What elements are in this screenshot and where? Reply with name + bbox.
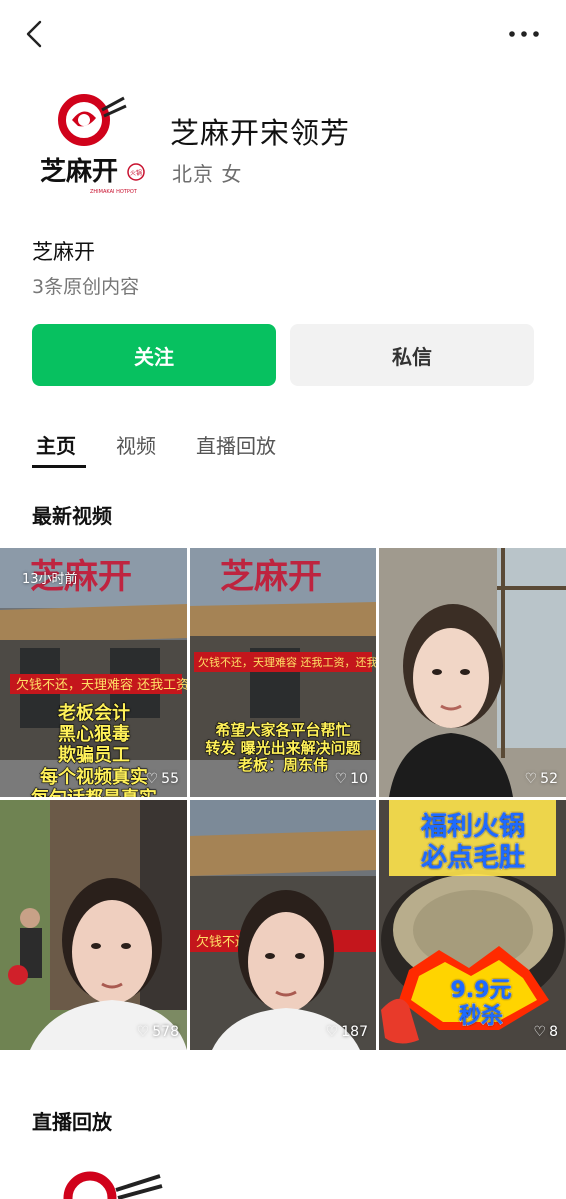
video-banner: 欠钱不还，天理难容 还我工资，还我血汗钱 (198, 655, 376, 669)
heart-icon: ♡ (136, 1024, 150, 1040)
tab-videos[interactable]: 视频 (116, 430, 156, 459)
video-caption-line: 欺骗员工 (58, 745, 131, 767)
video-caption-line: 希望大家各平台帮忙 (215, 721, 351, 739)
brand-logo-icon (63, 1171, 163, 1199)
video-likes: ♡ 8 (533, 1024, 558, 1040)
video-likes: ♡ 55 (145, 771, 179, 787)
heart-icon: ♡ (334, 771, 348, 787)
video-likes: ♡ 187 (325, 1024, 368, 1040)
heart-icon: ♡ (325, 1024, 339, 1040)
video-tile[interactable]: 欠钱不还 ♡ 187 (190, 800, 376, 1050)
video-tile[interactable]: 芝麻开 欠钱不还，天理难容 还我工资，还我血汗钱 希望大家各平台帮忙 转发 曝光… (190, 548, 376, 797)
profile-location-gender: 北京 女 (172, 162, 243, 186)
video-thumbnail (379, 548, 566, 797)
video-tile[interactable]: 芝麻开 欠钱不还，天理难容 还我工资 13小时前 老板会计 黑心狠毒 欺骗员工 … (0, 548, 187, 797)
top-bar (0, 0, 566, 70)
heart-icon: ♡ (524, 771, 538, 787)
live-replay-title: 直播回放 (32, 1110, 112, 1134)
svg-text:芝麻开: 芝麻开 (220, 557, 322, 597)
price-caption-line: 9.9元 (450, 978, 512, 1004)
video-tile[interactable]: 福利火锅 必点毛肚 9.9元 秒杀 ♡ 8 (379, 800, 566, 1050)
avatar-logo-badge: 火锅 (130, 169, 142, 177)
back-button[interactable] (16, 16, 52, 52)
video-timestamp: 13小时前 (22, 572, 78, 587)
video-caption-line: 转发 曝光出来解决问题 (205, 738, 361, 757)
video-caption-line: 黑心狠毒 (58, 724, 131, 746)
active-tab-indicator (32, 465, 86, 468)
brand-logo-icon: 芝麻开 ZHIMAKAI HOTPOT 火锅 (32, 84, 152, 204)
video-tile[interactable]: ♡ 52 (379, 548, 566, 797)
original-content-count[interactable]: 3条原创内容 (32, 272, 139, 299)
video-likes: ♡ 52 (524, 771, 558, 787)
video-likes: ♡ 578 (136, 1024, 179, 1040)
follow-button[interactable]: 关注 (32, 324, 276, 386)
promo-caption-line: 必点毛肚 (420, 842, 525, 873)
promo-caption-line: 福利火锅 (420, 812, 525, 843)
chevron-left-icon (26, 20, 42, 48)
price-caption-line: 秒杀 (458, 1003, 503, 1029)
profile-header: 芝麻开 ZHIMAKAI HOTPOT 火锅 芝麻开宋领芳 北京 女 (32, 84, 542, 214)
video-banner: 欠钱不还，天理难容 还我工资 (16, 677, 187, 693)
heart-icon: ♡ (533, 1024, 547, 1040)
avatar-logo-text: 芝麻开 (40, 157, 118, 187)
live-replay-thumbnail[interactable] (32, 1168, 172, 1199)
video-tile[interactable]: ♡ 578 (0, 800, 187, 1050)
more-dots-icon (509, 31, 539, 37)
avatar-logo-subtext: ZHIMAKAI HOTPOT (90, 189, 138, 195)
video-thumbnail: 欠钱不还 (190, 800, 376, 1050)
profile-name: 芝麻开宋领芳 (170, 116, 351, 150)
video-caption-line: 老板会计 (58, 702, 131, 724)
heart-icon: ♡ (145, 771, 159, 787)
message-button[interactable]: 私信 (290, 324, 534, 386)
video-likes: ♡ 10 (334, 771, 368, 787)
tab-home[interactable]: 主页 (36, 430, 76, 459)
video-thumbnail (0, 800, 187, 1050)
video-caption-line: 每句话都是真实 (8, 787, 180, 797)
more-button[interactable] (504, 18, 544, 50)
tab-live-replay[interactable]: 直播回放 (196, 430, 276, 459)
bio-title: 芝麻开 (32, 240, 95, 264)
video-grid: 芝麻开 欠钱不还，天理难容 还我工资 13小时前 老板会计 黑心狠毒 欺骗员工 … (0, 548, 566, 1050)
avatar[interactable]: 芝麻开 ZHIMAKAI HOTPOT 火锅 (32, 84, 152, 204)
latest-videos-title: 最新视频 (32, 504, 112, 528)
